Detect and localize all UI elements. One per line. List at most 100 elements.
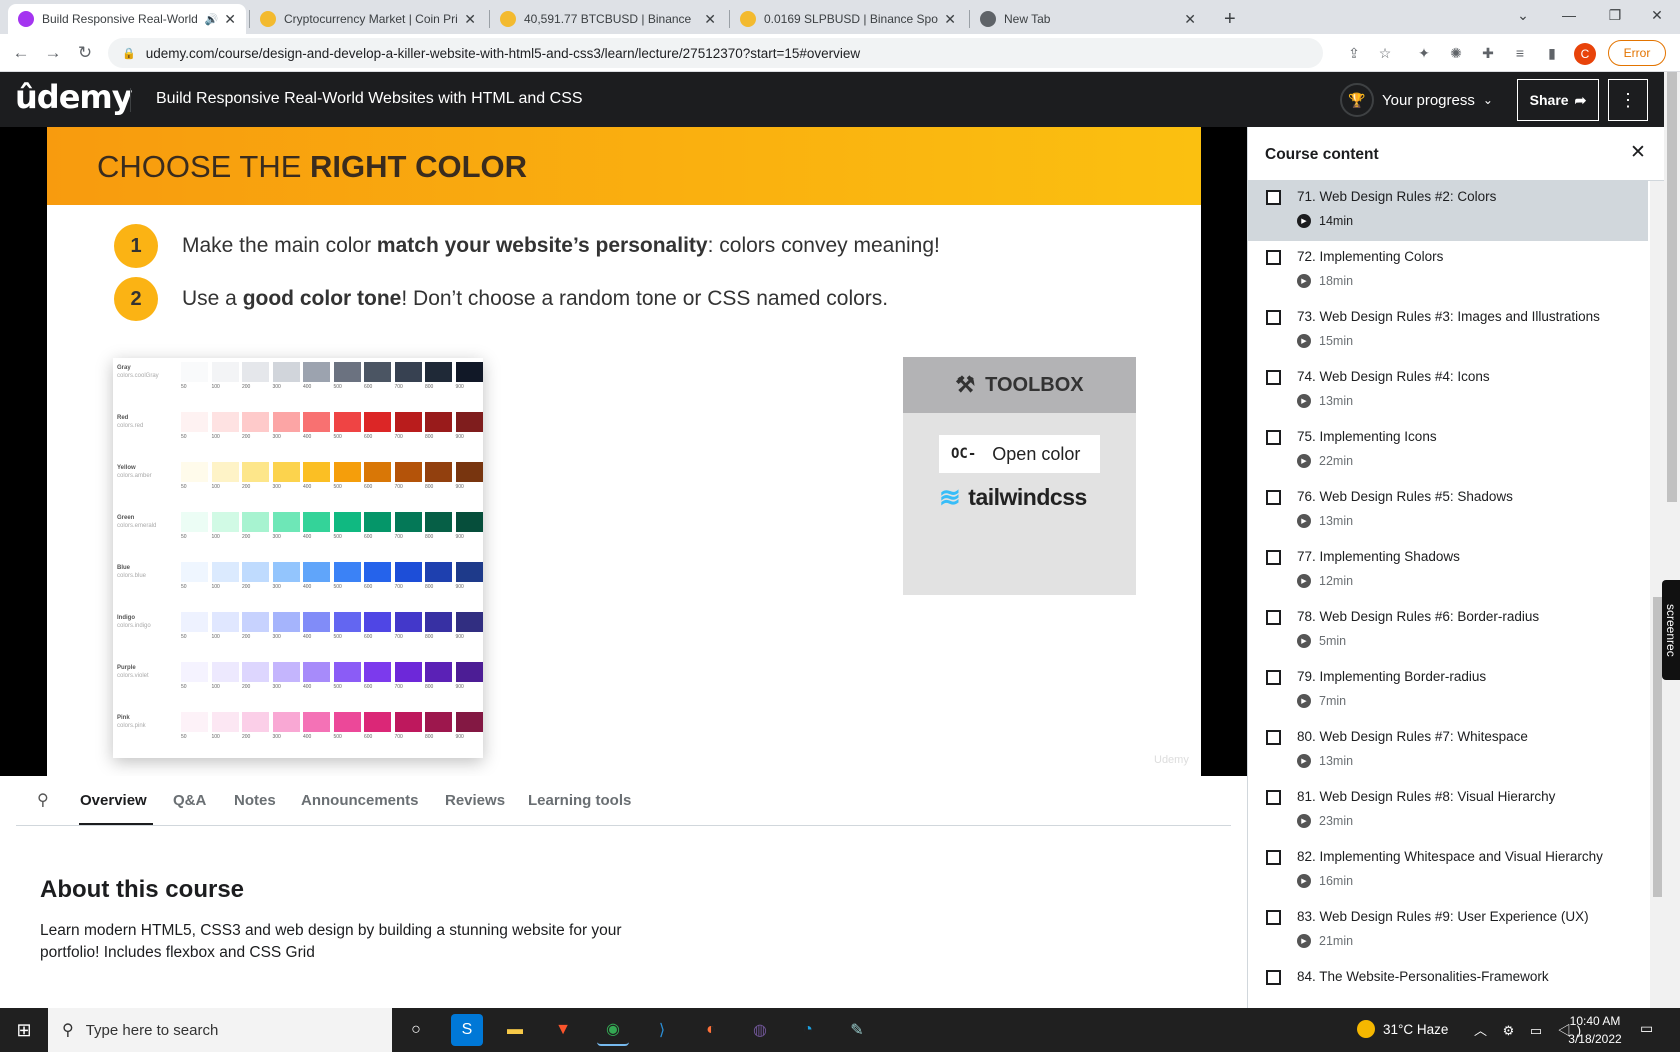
close-icon[interactable]: ✕ [1630, 141, 1646, 164]
url-field[interactable]: 🔒 udemy.com/course/design-and-develop-a-… [108, 38, 1323, 68]
new-tab-button[interactable]: + [1214, 4, 1246, 34]
your-progress-button[interactable]: 🏆 Your progress ⌄ [1340, 82, 1493, 118]
more-options-button[interactable]: ⋮ [1608, 79, 1648, 121]
tab-close-icon[interactable]: ✕ [224, 11, 236, 28]
page-scroll-thumb[interactable] [1667, 72, 1677, 502]
lecture-item[interactable]: 78. Web Design Rules #6: Border-radius ▶ 5… [1248, 601, 1648, 661]
color-swatch [303, 462, 330, 482]
lecture-item[interactable]: 82. Implementing Whitespace and Visual H… [1248, 841, 1648, 901]
sidebar-scroll-thumb[interactable] [1653, 597, 1662, 897]
browser-tab[interactable]: 0.0169 SLPBUSD | Binance Spo ✕ [730, 4, 966, 34]
speaker-icon[interactable]: 🔊 [205, 13, 219, 26]
lecture-item[interactable]: 71. Web Design Rules #2: Colors ▶ 14min [1248, 181, 1648, 241]
video-player[interactable]: CHOOSE THE RIGHT COLOR 1 Make the main c… [0, 127, 1247, 776]
lecture-checkbox[interactable] [1266, 550, 1281, 565]
extension-badge-icon[interactable]: ✺ [1445, 42, 1467, 64]
tab-notes[interactable]: Notes [234, 792, 276, 809]
play-icon: ▶ [1297, 514, 1311, 528]
shade-label: 600 [364, 584, 373, 590]
share-page-icon[interactable]: ⇪ [1343, 42, 1365, 64]
firefox-icon[interactable]: ◐ [695, 1014, 727, 1046]
minimize-button[interactable]: — [1546, 0, 1592, 30]
media-control-icon[interactable]: ≡ [1509, 42, 1531, 64]
browser-tab[interactable]: 40,591.77 BTCBUSD | Binance ✕ [490, 4, 726, 34]
lecture-checkbox[interactable] [1266, 250, 1281, 265]
lecture-checkbox[interactable] [1266, 610, 1281, 625]
taskbar-clock[interactable]: 10:40 AM 3/18/2022 [1565, 1012, 1625, 1048]
tab-overview[interactable]: Overview [80, 792, 147, 809]
lecture-item[interactable]: 77. Implementing Shadows ▶ 12min [1248, 541, 1648, 601]
chrome-icon[interactable]: ◉ [597, 1014, 629, 1046]
lecture-checkbox[interactable] [1266, 730, 1281, 745]
search-icon[interactable]: ⚲ [37, 790, 49, 810]
lecture-checkbox[interactable] [1266, 790, 1281, 805]
edge-icon[interactable]: ◔ [792, 1014, 824, 1046]
lecture-checkbox[interactable] [1266, 370, 1281, 385]
udemy-logo[interactable]: ûdemy [15, 78, 133, 116]
weather-widget[interactable]: 31°C Haze [1357, 1020, 1448, 1038]
color-swatch [272, 362, 300, 382]
browser-tab[interactable]: Build Responsive Real-World 🔊 ✕ [8, 4, 246, 34]
side-panel-icon[interactable]: ▮ [1541, 42, 1563, 64]
color-swatch [272, 412, 300, 432]
lecture-checkbox[interactable] [1266, 190, 1281, 205]
play-icon: ▶ [1297, 274, 1311, 288]
browser-tab[interactable]: New Tab ✕ [970, 4, 1206, 34]
share-button[interactable]: Share ➦ [1517, 79, 1599, 121]
lecture-item[interactable]: 73. Web Design Rules #3: Images and Illu… [1248, 301, 1648, 361]
lecture-checkbox[interactable] [1266, 850, 1281, 865]
play-icon: ▶ [1297, 754, 1311, 768]
tab-close-icon[interactable]: ✕ [1184, 11, 1196, 28]
lecture-checkbox[interactable] [1266, 430, 1281, 445]
cortana-icon[interactable]: ○ [400, 1014, 432, 1046]
tab-close-icon[interactable]: ✕ [944, 11, 956, 28]
file-explorer-icon[interactable]: ▬ [499, 1014, 531, 1046]
github-desktop-icon[interactable]: ◍ [744, 1014, 776, 1046]
back-icon[interactable]: ← [8, 40, 34, 66]
extensions-puzzle-icon[interactable]: ✚ [1477, 42, 1499, 64]
tab-qa[interactable]: Q&A [173, 792, 206, 809]
close-window-button[interactable]: ✕ [1634, 0, 1680, 30]
lecture-checkbox[interactable] [1266, 970, 1281, 985]
tab-close-icon[interactable]: ✕ [704, 11, 716, 28]
brave-icon[interactable]: ▼ [547, 1014, 579, 1046]
maximize-button[interactable]: ❐ [1592, 0, 1638, 30]
lecture-checkbox[interactable] [1266, 670, 1281, 685]
lecture-item[interactable]: 84. The Website-Personalities-Framework [1248, 961, 1648, 1008]
lecture-item[interactable]: 83. Web Design Rules #9: User Experience… [1248, 901, 1648, 961]
taskbar-search[interactable]: ⚲ Type here to search [48, 1008, 392, 1052]
lecture-item[interactable]: 80. Web Design Rules #7: Whitespace ▶ 13mi… [1248, 721, 1648, 781]
tab-learning-tools[interactable]: Learning tools [528, 792, 631, 809]
tab-separator [969, 10, 970, 28]
skype-icon[interactable]: S [451, 1014, 483, 1046]
tab-announcements[interactable]: Announcements [301, 792, 419, 809]
notification-icon[interactable]: ▭ [1640, 1020, 1653, 1037]
lecture-checkbox[interactable] [1266, 310, 1281, 325]
color-swatch [394, 612, 422, 632]
lecture-item[interactable]: 79. Implementing Border-radius ▶ 7min [1248, 661, 1648, 721]
windows-start-icon[interactable]: ⊞ [0, 1008, 48, 1052]
forward-icon[interactable]: → [40, 40, 66, 66]
extension-bat-icon[interactable]: ✦ [1413, 42, 1435, 64]
lecture-title: 82. Implementing Whitespace and Visual H… [1297, 849, 1603, 864]
lecture-item[interactable]: 74. Web Design Rules #4: Icons ▶ 13min [1248, 361, 1648, 421]
lecture-checkbox[interactable] [1266, 910, 1281, 925]
course-title[interactable]: Build Responsive Real-World Websites wit… [156, 90, 583, 108]
tab-search-icon[interactable]: ⌄ [1500, 0, 1546, 30]
bookmark-star-icon[interactable]: ☆ [1374, 42, 1396, 64]
tab-reviews[interactable]: Reviews [445, 792, 505, 809]
browser-tab[interactable]: Cryptocurrency Market | Coin Pric ✕ [250, 4, 486, 34]
profile-avatar[interactable]: C [1574, 43, 1596, 65]
lecture-item[interactable]: 76. Web Design Rules #5: Shadows ▶ 13min [1248, 481, 1648, 541]
lecture-item[interactable]: 75. Implementing Icons ▶ 22min [1248, 421, 1648, 481]
lecture-item[interactable]: 81. Web Design Rules #8: Visual Hierarch… [1248, 781, 1648, 841]
lecture-item[interactable]: 72. Implementing Colors ▶ 18min [1248, 241, 1648, 301]
reload-icon[interactable]: ↻ [72, 40, 98, 66]
tab-close-icon[interactable]: ✕ [464, 11, 476, 28]
vscode-icon[interactable]: ⟩ [646, 1014, 678, 1046]
screenrec-widget[interactable]: screenrec [1662, 580, 1680, 680]
paint-icon[interactable]: ✎ [841, 1014, 873, 1046]
clock-date: 3/18/2022 [1568, 1032, 1622, 1046]
lecture-checkbox[interactable] [1266, 490, 1281, 505]
error-button[interactable]: Error [1608, 40, 1666, 66]
